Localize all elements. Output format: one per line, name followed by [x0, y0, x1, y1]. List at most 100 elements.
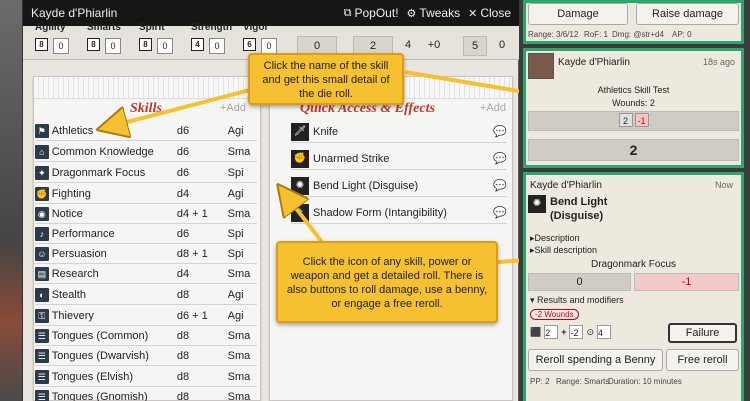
chat-icon[interactable]: 💬 — [493, 206, 507, 219]
toughness-stat[interactable]: 5 — [463, 36, 487, 56]
research-icon[interactable]: ▤ — [35, 266, 49, 281]
skill-name[interactable]: Athletics — [52, 125, 177, 137]
tweaks-button[interactable]: ⚙ Tweaks — [407, 6, 461, 20]
skill-attribute: Sma — [227, 349, 251, 362]
athletics-icon[interactable]: ⚑ — [35, 123, 49, 138]
attribute-die[interactable]: 4 — [191, 38, 204, 51]
skill-name[interactable]: Thievery — [52, 310, 177, 322]
skill-name[interactable]: Tongues (Dwarvish) — [52, 350, 177, 362]
free-reroll-button[interactable]: Free reroll — [666, 349, 739, 371]
failure-result: Failure — [668, 323, 737, 343]
skill-name[interactable]: Dragonmark Focus — [52, 167, 177, 179]
item-name[interactable]: Unarmed Strike — [313, 153, 493, 165]
results-toggle[interactable]: ▾ Results and modifiers — [530, 295, 624, 306]
skill-row[interactable]: ✊ Fighting d4 Agi — [35, 184, 257, 204]
fighting-icon[interactable]: ✊ — [35, 186, 49, 201]
attribute-modifier[interactable]: 0 — [261, 38, 277, 54]
dragonmark-focus-icon[interactable]: ✦ — [35, 165, 49, 180]
item-name[interactable]: Bend Light (Disguise) — [313, 180, 493, 192]
damage-button[interactable]: Damage — [528, 3, 628, 25]
tongues-icon[interactable]: ☰ — [35, 348, 49, 363]
wounds-line: Wounds: 2 — [612, 98, 655, 108]
skill-row[interactable]: ⚑ Athletics d6 Agi — [35, 121, 257, 141]
tongues-icon[interactable]: ☰ — [35, 369, 49, 384]
knife-icon[interactable]: 🗡 — [291, 122, 309, 141]
performance-icon[interactable]: ♪ — [35, 226, 49, 241]
skill-name[interactable]: Common Knowledge — [52, 146, 177, 158]
fist-icon[interactable]: ✊ — [291, 149, 309, 168]
raise-damage-button[interactable]: Raise damage — [636, 3, 739, 25]
attribute-modifier[interactable]: 0 — [53, 38, 69, 54]
quick-access-item[interactable]: ✊ Unarmed Strike 💬 — [291, 148, 507, 170]
skill-row[interactable]: ☺ Persuasion d8 + 1 Spi — [35, 244, 257, 264]
tongues-icon[interactable]: ☰ — [35, 328, 49, 343]
target-value[interactable]: 4 — [597, 325, 612, 339]
quick-access-item[interactable]: ✺ Bend Light (Disguise) 💬 — [291, 175, 507, 197]
skill-row[interactable]: ☰ Tongues (Common) d8 Sma — [35, 326, 257, 346]
attribute-die[interactable]: 6 — [243, 38, 256, 51]
attribute-modifier[interactable]: 0 — [209, 38, 225, 54]
add-quick-access-button[interactable]: +Add — [480, 102, 506, 114]
skill-die: d8 — [176, 370, 190, 383]
chat-icon[interactable]: 💬 — [493, 125, 507, 138]
skill-name[interactable]: Tongues (Gnomish) — [52, 391, 177, 401]
skill-row[interactable]: ◐ Stealth d8 Agi — [35, 285, 257, 305]
wounds-badge[interactable]: -2 Wounds — [530, 309, 579, 320]
skill-name[interactable]: Fighting — [52, 188, 177, 200]
skill-row[interactable]: ⌂ Common Knowledge d6 Sma — [35, 142, 257, 162]
attribute-die[interactable]: 8 — [87, 38, 100, 51]
chat-icon[interactable]: 💬 — [493, 152, 507, 165]
chat-timestamp: Now — [714, 180, 733, 190]
attribute-modifier[interactable]: 0 — [105, 38, 121, 54]
die-count[interactable]: 2 — [544, 325, 559, 339]
item-name[interactable]: Shadow Form (Intangibility) — [313, 207, 493, 219]
skill-name[interactable]: Persuasion — [52, 248, 177, 260]
skill-name[interactable]: Tongues (Common) — [52, 330, 177, 342]
notice-icon[interactable]: ◉ — [35, 206, 49, 221]
weapon-rof: RoF: 1 — [584, 30, 609, 39]
close-button[interactable]: ✕ Close — [468, 6, 511, 20]
attribute-modifier[interactable]: 0 — [157, 38, 173, 54]
skill-row[interactable]: ♪ Performance d6 Spi — [35, 224, 257, 244]
skill-row[interactable]: ⚿ Thievery d6 + 1 Agi — [35, 306, 257, 326]
skill-row[interactable]: ☰ Tongues (Gnomish) d8 Sma — [35, 387, 257, 401]
attribute-label: Vigor — [243, 22, 269, 33]
bend-light-icon[interactable]: ✺ — [528, 195, 546, 213]
skill-row[interactable]: ◉ Notice d4 + 1 Sma — [35, 204, 257, 224]
skill-row[interactable]: ☰ Tongues (Elvish) d8 Sma — [35, 367, 257, 387]
roll-value: 0 — [528, 273, 631, 291]
common-knowledge-icon[interactable]: ⌂ — [35, 144, 49, 159]
add-skill-button[interactable]: +Add — [220, 102, 246, 114]
skill-name[interactable]: Tongues (Elvish) — [52, 371, 177, 383]
bend-light-icon[interactable]: ✺ — [291, 176, 309, 195]
skill-name[interactable]: Research — [52, 268, 177, 280]
chat-card-weapon: Damage Raise damage Range: 3/6/12 RoF: 1… — [523, 0, 744, 44]
stealth-icon[interactable]: ◐ — [35, 287, 49, 302]
item-name[interactable]: Knife — [313, 126, 493, 138]
skill-name[interactable]: Notice — [52, 208, 177, 220]
skill-row[interactable]: ☰ Tongues (Dwarvish) d8 Sma — [35, 346, 257, 366]
external-link-icon: ⧉ — [343, 6, 352, 19]
quick-access-item[interactable]: ✧ Shadow Form (Intangibility) 💬 — [291, 202, 507, 224]
chat-icon[interactable]: 💬 — [493, 179, 507, 192]
description-toggle[interactable]: ▸Description — [530, 233, 580, 244]
skill-name[interactable]: Performance — [52, 228, 177, 240]
skill-description-toggle[interactable]: ▸Skill description — [530, 245, 597, 256]
skill-row[interactable]: ✦ Dragonmark Focus d6 Spi — [35, 163, 257, 183]
popout-button[interactable]: ⧉ PopOut! — [344, 6, 399, 20]
tongues-icon[interactable]: ☰ — [35, 390, 49, 401]
skill-row[interactable]: ▤ Research d4 Sma — [35, 264, 257, 284]
attribute-die[interactable]: 8 — [35, 38, 48, 51]
skill-attribute: Spi — [227, 166, 244, 179]
thievery-icon[interactable]: ⚿ — [35, 308, 49, 323]
roll-modifier: -1 — [634, 273, 739, 291]
persuasion-icon[interactable]: ☺ — [35, 246, 49, 261]
target-icon: ⊙ — [586, 326, 595, 337]
reroll-benny-button[interactable]: Reroll spending a Benny — [528, 349, 663, 371]
skill-name[interactable]: Stealth — [52, 289, 177, 301]
chat-speaker: Kayde d'Phiarlin — [558, 57, 630, 68]
quick-access-item[interactable]: 🗡 Knife 💬 — [291, 121, 507, 143]
modifier-value[interactable]: -2 — [569, 325, 584, 339]
shadow-form-icon[interactable]: ✧ — [291, 203, 309, 222]
attribute-die[interactable]: 8 — [139, 38, 152, 51]
